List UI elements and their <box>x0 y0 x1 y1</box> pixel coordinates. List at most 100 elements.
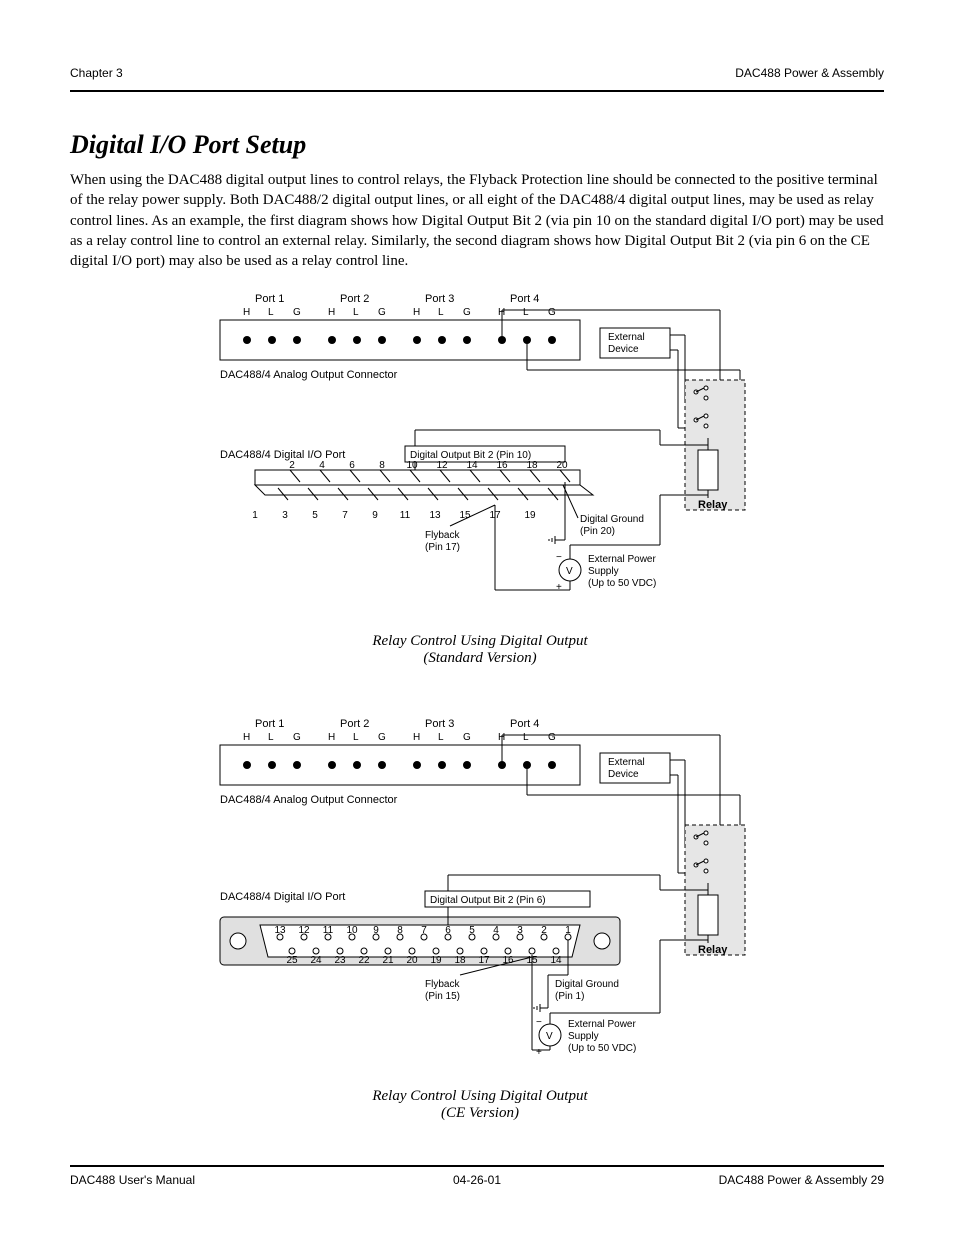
svg-text:G: G <box>548 732 556 743</box>
svg-text:L: L <box>438 732 444 743</box>
svg-text:(Pin 17): (Pin 17) <box>425 542 460 553</box>
svg-text:22: 22 <box>358 955 370 966</box>
svg-text:12: 12 <box>436 460 448 471</box>
svg-text:9: 9 <box>372 510 378 521</box>
svg-text:8: 8 <box>379 460 385 471</box>
svg-text:+: + <box>536 1047 542 1058</box>
svg-text:DAC488/4 Digital I/O Port: DAC488/4 Digital I/O Port <box>220 891 345 903</box>
footer-right: DAC488 Power & Assembly 29 <box>719 1173 884 1187</box>
svg-text:+: + <box>556 582 562 593</box>
svg-text:−: − <box>536 1017 542 1028</box>
svg-text:2: 2 <box>289 460 295 471</box>
svg-text:(Pin 15): (Pin 15) <box>425 991 460 1002</box>
svg-text:L: L <box>268 307 274 318</box>
svg-text:L: L <box>523 732 529 743</box>
svg-text:Port 3: Port 3 <box>425 293 454 305</box>
svg-text:19: 19 <box>524 510 536 521</box>
svg-text:G: G <box>463 307 471 318</box>
svg-text:H: H <box>328 307 335 318</box>
svg-text:19: 19 <box>430 955 442 966</box>
caption-ce: Relay Control Using Digital Output (CE V… <box>200 1088 760 1122</box>
svg-text:V: V <box>546 1031 553 1042</box>
svg-text:3: 3 <box>282 510 288 521</box>
svg-text:Device: Device <box>608 769 639 780</box>
caption-standard: Relay Control Using Digital Output (Stan… <box>200 633 760 667</box>
svg-text:G: G <box>548 307 556 318</box>
svg-text:21: 21 <box>382 955 394 966</box>
page-title: Digital I/O Port Setup <box>70 130 306 160</box>
svg-text:(Pin 1): (Pin 1) <box>555 991 584 1002</box>
svg-text:25: 25 <box>286 955 298 966</box>
svg-text:(Up to 50 VDC): (Up to 50 VDC) <box>588 578 656 589</box>
svg-text:3: 3 <box>517 925 523 936</box>
svg-text:H: H <box>243 732 250 743</box>
svg-text:24: 24 <box>310 955 322 966</box>
svg-text:9: 9 <box>373 925 379 936</box>
svg-text:G: G <box>463 732 471 743</box>
svg-text:20: 20 <box>406 955 418 966</box>
svg-text:7: 7 <box>421 925 427 936</box>
figure-standard: Port 1 Port 2 Port 3 Port 4 HLG HLG HLG … <box>200 290 760 667</box>
footer-rule <box>70 1165 884 1167</box>
svg-text:Flyback: Flyback <box>425 979 460 990</box>
svg-text:10: 10 <box>346 925 358 936</box>
svg-text:17: 17 <box>478 955 490 966</box>
body-paragraph: When using the DAC488 digital output lin… <box>70 170 884 271</box>
svg-text:12: 12 <box>298 925 310 936</box>
svg-text:External: External <box>608 757 645 768</box>
svg-text:4: 4 <box>493 925 499 936</box>
svg-text:Device: Device <box>608 344 639 355</box>
page: Chapter 3 DAC488 Power & Assembly Digita… <box>0 0 954 1235</box>
header-left: Chapter 3 <box>70 66 123 80</box>
svg-text:G: G <box>378 732 386 743</box>
svg-text:Flyback: Flyback <box>425 530 460 541</box>
svg-text:External Power: External Power <box>588 554 656 565</box>
svg-text:14: 14 <box>550 955 562 966</box>
svg-text:Digital Ground: Digital Ground <box>555 979 619 990</box>
svg-text:Port 4: Port 4 <box>510 718 539 730</box>
svg-text:−: − <box>556 552 562 563</box>
svg-text:V: V <box>566 566 573 577</box>
svg-text:Port 1: Port 1 <box>255 293 284 305</box>
svg-text:20: 20 <box>556 460 568 471</box>
svg-text:23: 23 <box>334 955 346 966</box>
svg-text:DAC488/4 Digital I/O Port: DAC488/4 Digital I/O Port <box>220 449 345 461</box>
svg-text:6: 6 <box>349 460 355 471</box>
svg-text:6: 6 <box>445 925 451 936</box>
svg-text:13: 13 <box>274 925 286 936</box>
svg-text:Relay: Relay <box>698 499 728 511</box>
svg-text:(Pin 20): (Pin 20) <box>580 526 615 537</box>
diagram-standard: Port 1 Port 2 Port 3 Port 4 HLG HLG HLG … <box>200 290 760 620</box>
header-right: DAC488 Power & Assembly <box>735 66 884 80</box>
svg-text:H: H <box>413 732 420 743</box>
svg-text:2: 2 <box>541 925 547 936</box>
svg-text:L: L <box>268 732 274 743</box>
svg-text:DAC488/4 Analog Output Connect: DAC488/4 Analog Output Connector <box>220 369 398 381</box>
svg-text:Supply: Supply <box>568 1031 599 1042</box>
svg-text:11: 11 <box>323 925 334 936</box>
svg-text:10: 10 <box>406 460 418 471</box>
svg-text:4: 4 <box>319 460 325 471</box>
svg-text:Port 2: Port 2 <box>340 718 369 730</box>
svg-text:Port 1: Port 1 <box>255 718 284 730</box>
svg-text:11: 11 <box>400 510 411 521</box>
svg-text:18: 18 <box>526 460 538 471</box>
svg-text:Digital Ground: Digital Ground <box>580 514 644 525</box>
svg-text:Port 4: Port 4 <box>510 293 539 305</box>
svg-text:H: H <box>413 307 420 318</box>
svg-text:L: L <box>438 307 444 318</box>
svg-text:L: L <box>353 732 359 743</box>
svg-text:1: 1 <box>252 510 258 521</box>
svg-text:G: G <box>293 732 301 743</box>
svg-text:Supply: Supply <box>588 566 619 577</box>
svg-text:Digital Output Bit 2 (Pin 6): Digital Output Bit 2 (Pin 6) <box>430 895 546 906</box>
svg-text:Relay: Relay <box>698 944 728 956</box>
svg-text:1: 1 <box>565 925 571 936</box>
diagram-ce: Port 1 Port 2 Port 3 Port 4 HLG HLG HLG … <box>200 715 760 1075</box>
svg-text:G: G <box>378 307 386 318</box>
svg-text:14: 14 <box>466 460 478 471</box>
svg-text:External Power: External Power <box>568 1019 636 1030</box>
figure-ce: Port 1 Port 2 Port 3 Port 4 HLG HLG HLG … <box>200 715 760 1122</box>
svg-text:L: L <box>353 307 359 318</box>
svg-text:13: 13 <box>429 510 441 521</box>
